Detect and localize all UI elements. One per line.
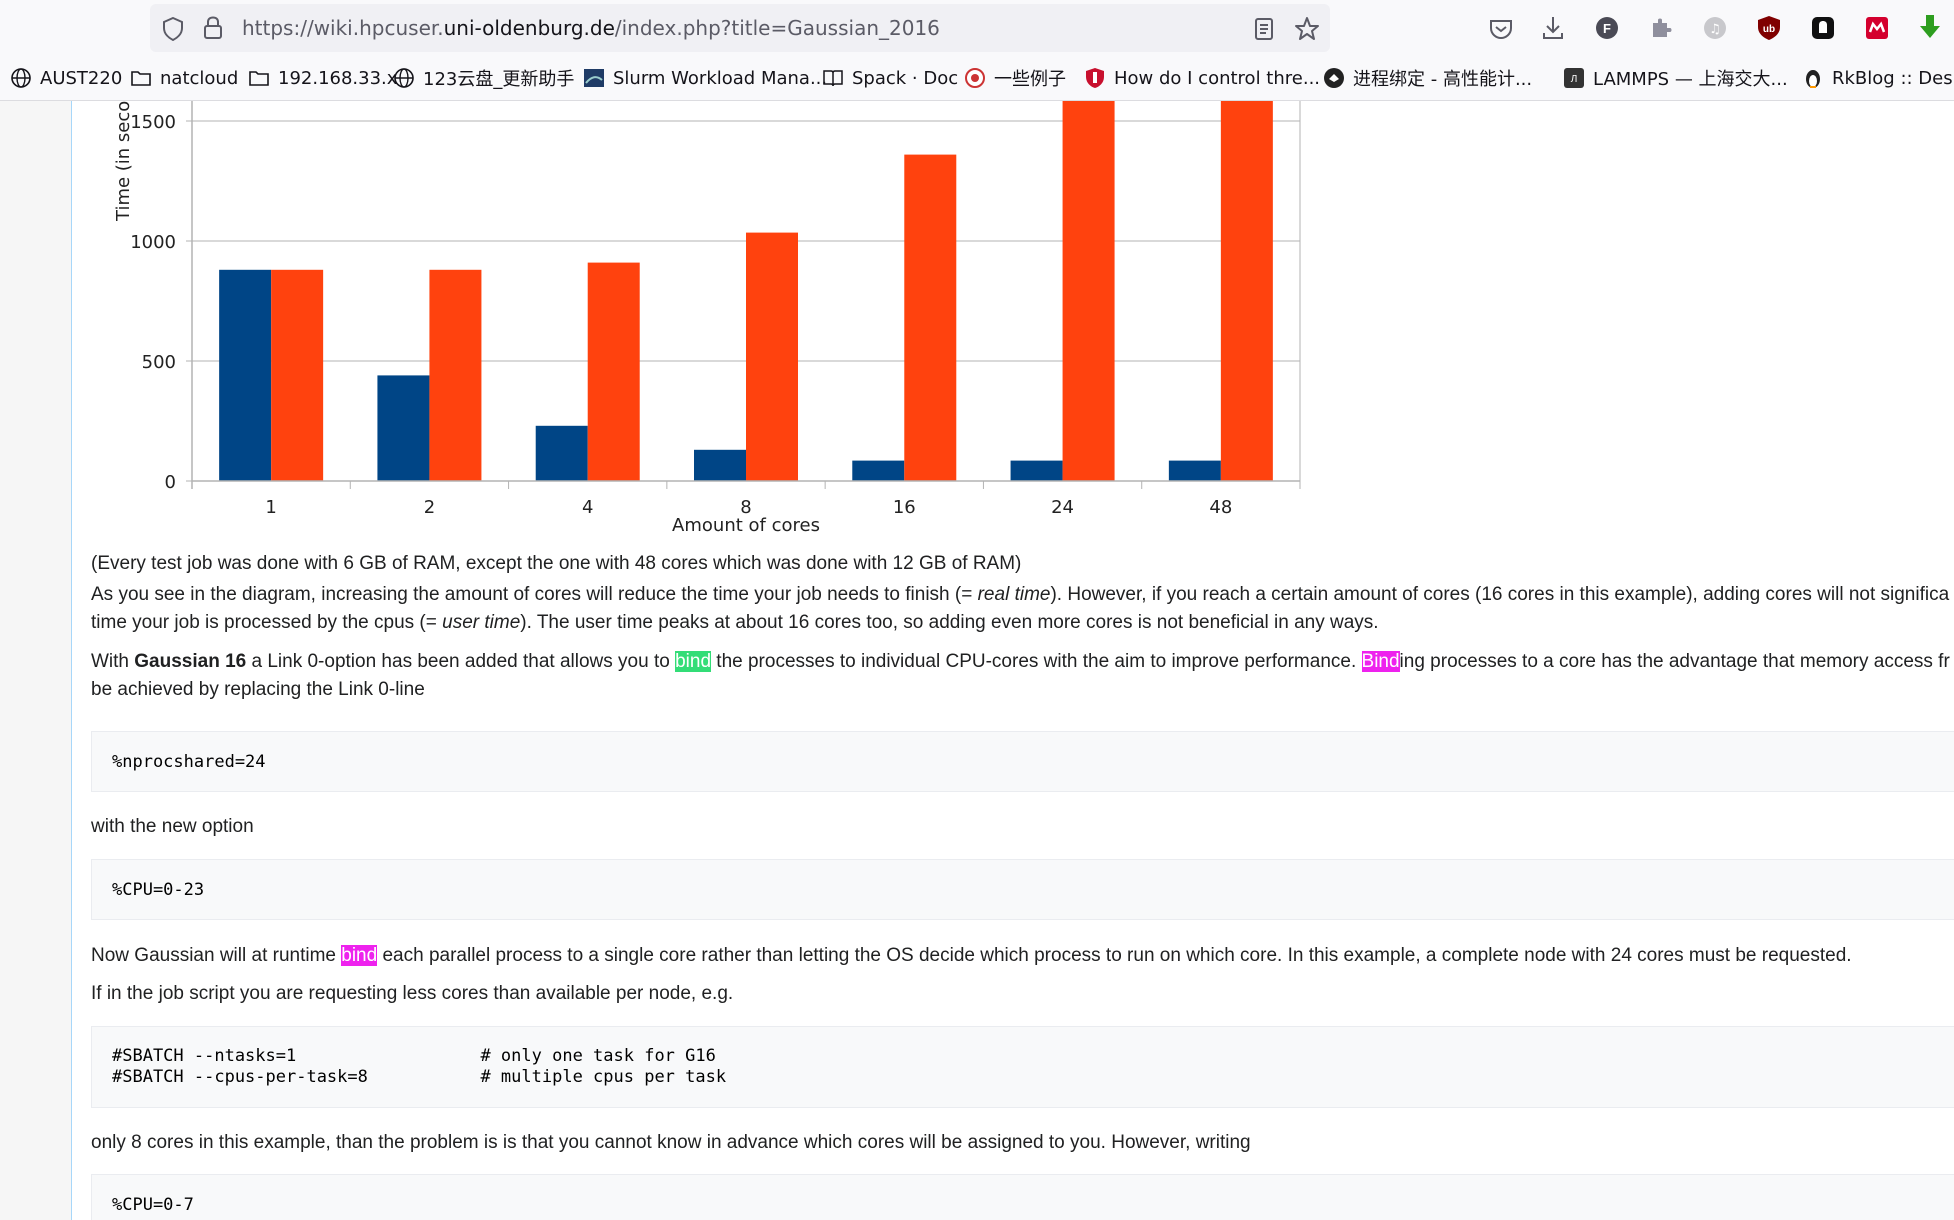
book-icon	[822, 67, 844, 89]
browser-toolbar: https://wiki.hpcuser.uni-oldenburg.de/in…	[0, 0, 1954, 101]
pocket-icon[interactable]	[1488, 16, 1514, 42]
bookmark-label: LAMMPS — 上海交大...	[1593, 69, 1788, 90]
dark-extension-icon[interactable]	[1810, 15, 1836, 41]
svg-text:Л: Л	[1571, 74, 1578, 85]
svg-text:♫: ♫	[1709, 22, 1721, 37]
bookmark-item[interactable]: How do I control thre...	[1084, 66, 1320, 90]
shield-icon[interactable]	[160, 16, 186, 42]
x-tick-label: 2	[424, 497, 435, 518]
x-tick-label: 4	[582, 497, 593, 518]
bar-series-1	[1010, 460, 1063, 481]
bar-series-1	[1168, 460, 1221, 481]
x-tick-label: 1	[265, 497, 276, 518]
code-block-cpu-0-7: %CPU=0-7	[91, 1174, 1954, 1220]
shield-red-icon	[1084, 67, 1106, 89]
bookmark-label: 123云盘_更新助手	[423, 69, 575, 90]
paragraph-diagram-line1: As you see in the diagram, increasing th…	[91, 584, 1950, 605]
x-tick-label: 16	[893, 497, 916, 518]
music-icon[interactable]: ♫	[1702, 15, 1728, 41]
slurm-icon	[583, 67, 605, 89]
bar-chart: 0500100015001 2 4 8 16 24 48Amount of coresTim…	[113, 101, 1301, 536]
search-highlight: bind	[341, 945, 378, 966]
bookmark-item[interactable]: Slurm Workload Mana...	[583, 66, 827, 90]
bar-series-1	[694, 449, 746, 481]
paragraph-diagram-line2: time your job is processed by the cpus (…	[91, 612, 1379, 633]
left-sidebar	[0, 101, 72, 1220]
x-tick-label: 48	[1209, 497, 1232, 518]
red-circle-icon	[964, 67, 986, 89]
bookmark-star-icon[interactable]	[1294, 16, 1320, 42]
paragraph-gaussian-line1: With Gaussian 16 a Link 0-option has bee…	[91, 651, 1950, 672]
green-download-icon[interactable]	[1916, 13, 1944, 41]
url-text: https://wiki.hpcuser.uni-oldenburg.de/in…	[242, 16, 940, 40]
paragraph-runtime-bind: Now Gaussian will at runtime bind each p…	[91, 945, 1852, 966]
bar-series-2	[904, 154, 957, 481]
y-tick-label: 1500	[130, 112, 176, 133]
bookmarks-toolbar: AUST220 natcloud 192.168.33.x 123云盘_更新助手 Slu…	[0, 60, 1954, 96]
address-bar[interactable]: https://wiki.hpcuser.uni-oldenburg.de/in…	[150, 4, 1330, 52]
circle-dark-icon	[1323, 67, 1345, 89]
lammps-icon: Л	[1563, 67, 1585, 89]
bar-series-2	[429, 269, 482, 481]
bar-series-2	[746, 232, 798, 481]
lock-icon[interactable]	[200, 15, 226, 41]
bar-series-1	[535, 425, 588, 481]
folder-icon	[248, 67, 270, 89]
globe-icon	[10, 67, 32, 89]
bookmark-item[interactable]: Spack · Doc	[822, 66, 958, 90]
bookmark-item[interactable]: 进程绑定 - 高性能计...	[1323, 66, 1532, 90]
bookmark-item[interactable]: Л LAMMPS — 上海交大...	[1563, 66, 1788, 90]
x-tick-label: 24	[1051, 497, 1074, 518]
paragraph-gaussian-line2: be achieved by replacing the Link 0-line	[91, 679, 425, 700]
paragraph-ram-note: (Every test job was done with 6 GB of RA…	[91, 553, 1022, 574]
bookmark-label: natcloud	[160, 67, 239, 89]
bar-series-2	[271, 269, 324, 481]
y-tick-label: 1000	[130, 232, 176, 253]
bookmark-label: AUST220	[40, 67, 123, 89]
folder-icon	[130, 67, 152, 89]
bookmark-label: Spack · Doc	[852, 67, 959, 89]
paragraph-job-script: If in the job script you are requesting …	[91, 983, 734, 1004]
y-tick-label: 500	[142, 352, 176, 373]
download-icon[interactable]	[1540, 14, 1566, 42]
bookmark-item[interactable]: AUST220	[10, 66, 122, 90]
paragraph-new-option: with the new option	[91, 816, 254, 837]
code-block-nprocshared: %nprocshared=24	[91, 731, 1954, 792]
extension-puzzle-icon[interactable]	[1648, 15, 1674, 41]
bookmark-label: 一些例子	[994, 69, 1066, 90]
code-block-sbatch: #SBATCH --ntasks=1 # only one task for G…	[91, 1026, 1954, 1108]
bar-series-2	[587, 262, 640, 481]
bookmark-item[interactable]: 192.168.33.x	[248, 66, 397, 90]
bookmark-item[interactable]: 123云盘_更新助手	[393, 66, 574, 90]
account-icon[interactable]: F	[1594, 15, 1620, 41]
x-axis-title: Amount of cores	[672, 515, 820, 536]
svg-text:ub: ub	[1763, 24, 1775, 35]
bookmark-item[interactable]: 一些例子	[964, 66, 1066, 90]
svg-text:F: F	[1603, 21, 1611, 36]
bookmark-label: RkBlog :: Desig	[1832, 67, 1954, 89]
bar-series-1	[852, 460, 905, 481]
bar-series-1	[219, 269, 272, 481]
y-tick-label: 0	[165, 472, 176, 493]
bookmark-item[interactable]: natcloud	[130, 66, 238, 90]
bookmark-label: Slurm Workload Mana...	[613, 67, 828, 89]
globe-icon	[393, 67, 415, 89]
bookmark-label: 进程绑定 - 高性能计...	[1353, 69, 1533, 90]
reader-view-icon[interactable]	[1252, 17, 1276, 41]
search-highlight-active: Bind	[1361, 651, 1400, 672]
penguin-icon	[1802, 67, 1824, 89]
search-highlight: bind	[675, 651, 712, 672]
bar-series-2	[1062, 101, 1115, 481]
bar-series-2	[1220, 101, 1273, 481]
ublock-icon[interactable]: ub	[1756, 14, 1782, 42]
bar-series-1	[377, 375, 430, 481]
code-block-cpu-0-23: %CPU=0-23	[91, 859, 1954, 920]
y-axis-title: Time (in secon	[113, 101, 134, 222]
mendeley-icon[interactable]	[1864, 15, 1890, 41]
bookmark-item[interactable]: RkBlog :: Desig	[1802, 66, 1954, 90]
paragraph-only-8-cores: only 8 cores in this example, than the p…	[91, 1132, 1251, 1153]
bookmark-label: How do I control thre...	[1114, 67, 1321, 89]
page-content: 0 500 1000 1500 1 2 4 8 16 24 48 Amount of cores Tim…	[0, 101, 1954, 1220]
bookmark-label: 192.168.33.x	[278, 67, 398, 89]
